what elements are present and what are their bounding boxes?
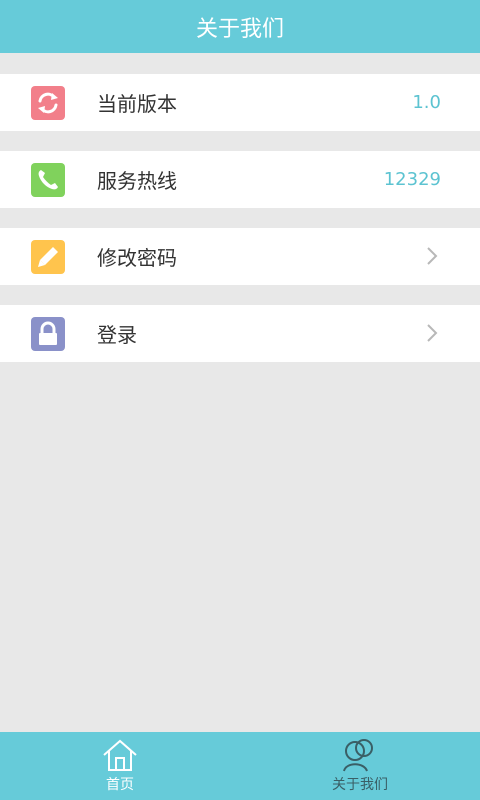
tab-home[interactable]: 首页: [60, 732, 180, 800]
service-hotline-value[interactable]: 12329: [384, 151, 441, 208]
page-title: 关于我们: [195, 16, 284, 42]
current-version-label: 当前版本: [97, 92, 177, 116]
service-hotline-label: 服务热线: [97, 169, 177, 193]
lock-icon: [31, 317, 65, 351]
bottom-navigation: 首页 关于我们: [0, 732, 480, 800]
current-version-value: 1.0: [412, 92, 441, 113]
change-password-label: 修改密码: [97, 246, 177, 270]
people-icon: [343, 739, 373, 772]
phone-icon: [31, 163, 65, 197]
chevron-right-icon: [427, 324, 438, 342]
home-icon: [103, 739, 137, 771]
row-current-version: 当前版本 1.0: [0, 74, 480, 131]
tab-home-label: 首页: [106, 777, 134, 793]
tab-about-us-label: 关于我们: [332, 777, 388, 793]
refresh-icon: [31, 86, 65, 120]
row-login[interactable]: 登录: [0, 305, 480, 362]
row-change-password[interactable]: 修改密码: [0, 228, 480, 285]
row-service-hotline[interactable]: 服务热线 12329: [0, 151, 480, 208]
title-bar: 关于我们: [0, 0, 480, 53]
tab-about-us[interactable]: 关于我们: [300, 732, 420, 800]
chevron-right-icon: [427, 247, 438, 265]
login-label: 登录: [97, 323, 137, 347]
pencil-icon: [31, 240, 65, 274]
